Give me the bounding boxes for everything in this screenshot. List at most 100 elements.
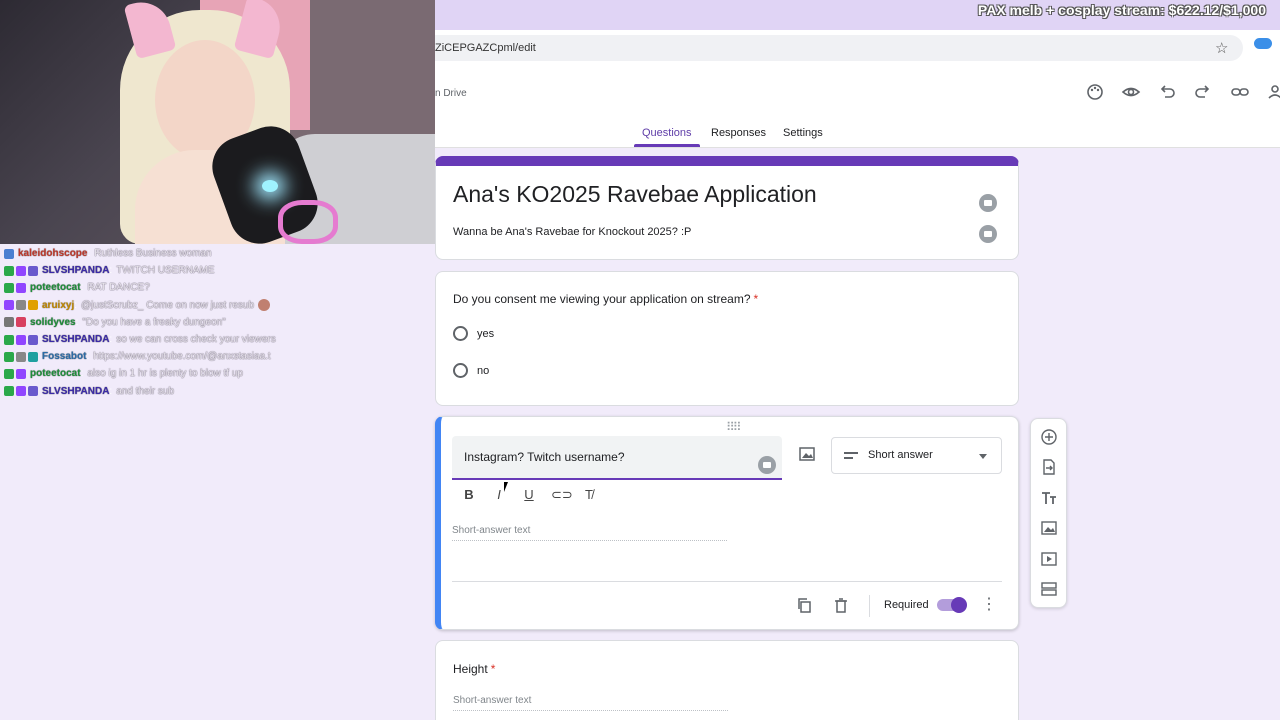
forms-header: n Drive Questions Responses Settings — [435, 66, 1280, 148]
chat-message-text: and their sub — [116, 385, 175, 397]
redo-icon[interactable] — [1193, 82, 1213, 102]
question-title-input[interactable]: Instagram? Twitch username? — [452, 436, 782, 480]
palette-icon[interactable] — [1085, 82, 1105, 102]
form-title[interactable]: Ana's KO2025 Ravebae Application — [453, 181, 817, 208]
chat-message-text: also ig in 1 hr is plenty to blow tf up — [87, 368, 243, 380]
chat-message: SLVSHPANDA: TWITCH USERNAME — [4, 262, 434, 279]
chat-username: SLVSHPANDA — [42, 385, 110, 397]
chat-badge-icon — [4, 265, 14, 276]
question-card-active[interactable]: ⠿⠿ Instagram? Twitch username? Short ans… — [435, 416, 1019, 630]
chat-message-text: @justScrubz_ Come on now just resub — [81, 299, 255, 311]
webcam-overlay — [0, 0, 435, 244]
radio-button[interactable] — [453, 363, 468, 378]
tab-responses[interactable]: Responses — [711, 127, 766, 139]
chat-username: solidyves — [30, 316, 76, 328]
add-title-icon[interactable] — [1041, 490, 1057, 506]
chat-badge-icon — [28, 265, 38, 276]
tab-settings[interactable]: Settings — [783, 127, 823, 139]
ai-assist-icon[interactable] — [979, 194, 997, 212]
ai-assist-icon[interactable] — [758, 456, 776, 474]
question-card-height[interactable]: Height * Short-answer text — [435, 640, 1019, 720]
chat-badge-icon — [16, 317, 26, 328]
chat-message: Fossabot: https://www.youtube.com/@anxsta… — [4, 348, 434, 365]
chat-emote-icon — [258, 299, 271, 312]
url-text: ZiCEPGAZCpml/edit — [435, 42, 536, 54]
mouse-cursor — [504, 482, 512, 492]
question-text: Do you consent me viewing your applicati… — [453, 292, 751, 306]
chat-message-text: so we can cross check your viewers — [116, 334, 276, 346]
duplicate-icon[interactable] — [796, 597, 812, 618]
option-label: yes — [477, 327, 495, 340]
chat-badge-icon — [16, 282, 26, 293]
chat-username: poteetocat — [30, 368, 81, 380]
tab-questions[interactable]: Questions — [642, 127, 692, 139]
chat-username: poteetocat — [30, 282, 81, 294]
form-description[interactable]: Wanna be Ana's Ravebae for Knockout 2025… — [453, 226, 691, 238]
radio-button[interactable] — [453, 326, 468, 341]
form-title-card[interactable]: Ana's KO2025 Ravebae Application Wanna b… — [435, 156, 1019, 260]
chat-badge-icon — [4, 334, 14, 345]
link-icon[interactable] — [1230, 82, 1250, 102]
form-side-toolbar — [1030, 418, 1067, 608]
ai-assist-icon[interactable] — [979, 225, 997, 243]
chat-message-text: Ruthless Business woman — [94, 248, 212, 260]
chat-badge-icon — [28, 386, 38, 397]
preview-eye-icon[interactable] — [1121, 82, 1141, 102]
chat-message: kaleidohscope: Ruthless Business woman — [4, 245, 434, 262]
radio-option-yes[interactable]: yes — [453, 326, 494, 341]
link-icon[interactable]: ⊂⊃ — [551, 487, 573, 503]
add-video-icon[interactable] — [1041, 551, 1057, 567]
chat-badge-icon — [16, 334, 26, 345]
chat-username: Fossabot — [42, 351, 87, 363]
text-format-toolbar: B I U ⊂⊃ T̸ — [461, 487, 597, 503]
undo-icon[interactable] — [1157, 82, 1177, 102]
chat-separator: : — [80, 368, 84, 380]
stream-banner: PAX melb + cosplay stream: $622.12/$1,00… — [435, 0, 1280, 30]
add-question-icon[interactable] — [1041, 429, 1057, 445]
add-image-icon[interactable] — [1041, 520, 1057, 536]
chat-message: poteetocat: RAT DANCE? — [4, 279, 434, 296]
question-text: Height — [453, 662, 488, 676]
chat-badge-icon — [4, 386, 14, 397]
add-collaborator-icon[interactable] — [1265, 82, 1280, 102]
drag-handle-icon[interactable]: ⠿⠿ — [726, 420, 742, 434]
chat-badge-icon — [28, 300, 38, 311]
chat-message-text: RAT DANCE? — [87, 282, 150, 294]
chat-badge-icon — [16, 351, 26, 362]
question-title: Height * — [453, 662, 495, 676]
address-bar[interactable]: ZiCEPGAZCpml/edit ☆ — [435, 35, 1243, 61]
stream-chat: kaleidohscope: Ruthless Business woman SLV… — [4, 245, 434, 400]
required-asterisk: * — [753, 292, 759, 306]
question-type-label: Short answer — [868, 449, 933, 461]
add-image-icon[interactable] — [799, 447, 815, 461]
chat-badge-icon — [16, 386, 26, 397]
chat-message-text: https://www.youtube.com/@anxstasiaa.t — [93, 351, 271, 363]
question-card-consent[interactable]: Do you consent me viewing your applicati… — [435, 271, 1019, 406]
chat-message-text: TWITCH USERNAME — [116, 265, 215, 277]
trash-icon[interactable] — [833, 597, 849, 618]
chat-message-text: "Do you have a freaky dungeon" — [82, 316, 226, 328]
add-section-icon[interactable] — [1041, 581, 1057, 597]
chevron-down-icon — [979, 454, 987, 459]
question-text[interactable]: Instagram? Twitch username? — [464, 450, 625, 464]
underline-icon[interactable]: U — [521, 487, 537, 503]
clear-format-icon[interactable]: T̸ — [581, 487, 597, 503]
radio-option-no[interactable]: no — [453, 363, 489, 378]
chat-message: SLVSHPANDA: and their sub — [4, 383, 434, 400]
chat-message: solidyves: "Do you have a freaky dungeon" — [4, 314, 434, 331]
import-questions-icon[interactable] — [1041, 459, 1057, 475]
cloud-icon[interactable] — [1254, 38, 1272, 49]
bookmark-star-icon[interactable]: ☆ — [1215, 39, 1228, 57]
chat-badge-icon — [4, 317, 14, 328]
chat-badge-icon — [4, 368, 14, 379]
bold-icon[interactable]: B — [461, 487, 477, 503]
drive-label: n Drive — [435, 88, 467, 99]
chat-badge-icon — [16, 265, 26, 276]
chat-separator: : — [87, 248, 91, 260]
active-tab-indicator — [634, 144, 700, 147]
chat-separator: : — [80, 282, 84, 294]
question-type-select[interactable]: Short answer — [831, 437, 1002, 474]
more-options-icon[interactable]: ⋮ — [981, 597, 997, 613]
question-title: Do you consent me viewing your applicati… — [453, 292, 758, 306]
required-toggle[interactable] — [937, 597, 967, 613]
